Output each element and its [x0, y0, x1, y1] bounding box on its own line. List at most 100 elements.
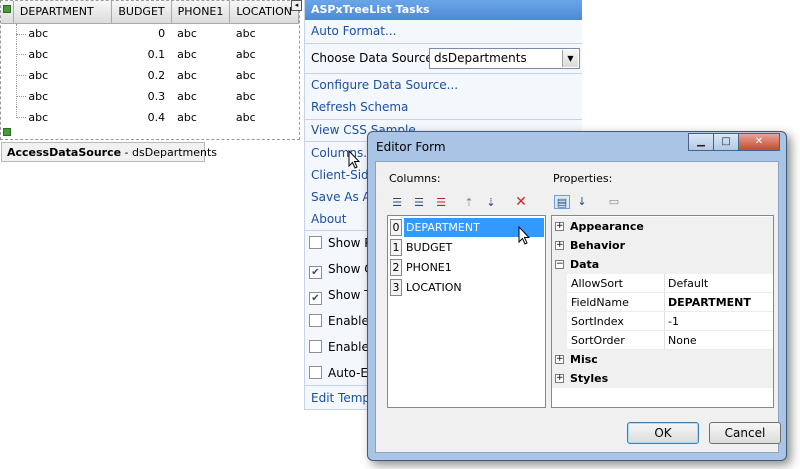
- tree-branch-line: [1, 44, 27, 65]
- delete-icon[interactable]: ✕: [513, 195, 529, 209]
- table-row: abc 0.2 abc abc: [1, 65, 299, 86]
- edit-templates-link[interactable]: Edit Templ: [311, 391, 373, 405]
- property-category-misc[interactable]: + Misc: [552, 350, 773, 369]
- maximize-icon[interactable]: □: [713, 133, 739, 151]
- divider: [664, 331, 665, 350]
- columns-link[interactable]: Columns...: [311, 146, 375, 160]
- property-name: SortOrder: [571, 334, 625, 347]
- property-value[interactable]: None: [668, 334, 697, 347]
- divider: [305, 73, 582, 74]
- cell-department: abc: [28, 27, 49, 41]
- refresh-schema-link[interactable]: Refresh Schema: [311, 100, 408, 114]
- datasource-component-label[interactable]: AccessDataSource - dsDepartments: [1, 142, 217, 162]
- property-pages-icon[interactable]: ▭: [606, 195, 622, 209]
- property-name: SortIndex: [571, 315, 624, 328]
- cell-location: abc: [235, 90, 256, 103]
- checkbox-auto-expand[interactable]: Auto-Ex: [309, 366, 375, 380]
- cell-budget: 0: [158, 27, 166, 41]
- insert-column-icon[interactable]: ☰: [411, 196, 427, 210]
- expand-icon[interactable]: +: [555, 222, 564, 231]
- divider: [664, 293, 665, 312]
- move-up-icon[interactable]: ⇡: [461, 196, 477, 210]
- column-header-location[interactable]: LOCATION: [229, 1, 299, 24]
- cell-location: abc: [235, 48, 256, 61]
- dialog-title: Editor Form: [376, 140, 446, 154]
- cell-phone1: abc: [177, 48, 197, 61]
- auto-format-link[interactable]: Auto Format...: [311, 24, 396, 38]
- remove-column-icon[interactable]: ☰: [433, 196, 449, 210]
- mouse-cursor-icon: [348, 150, 361, 169]
- gutter: [552, 331, 567, 350]
- property-value[interactable]: DEPARTMENT: [668, 296, 751, 309]
- cancel-button[interactable]: Cancel: [709, 422, 781, 444]
- divider: [664, 312, 665, 331]
- move-down-icon[interactable]: ⇣: [483, 196, 499, 210]
- smart-tag-button[interactable]: ◂: [291, 0, 302, 11]
- cell-budget: 0.4: [147, 111, 166, 124]
- tree-list-preview: DEPARTMENT BUDGET PHONE1 LOCATION abc 0 …: [0, 0, 300, 140]
- property-category-data[interactable]: − Data: [552, 255, 773, 274]
- expand-icon[interactable]: +: [555, 355, 564, 364]
- property-grid[interactable]: + Appearance + Behavior − Data AllowSort…: [551, 215, 774, 408]
- property-category-appearance[interactable]: + Appearance: [552, 217, 773, 236]
- list-item[interactable]: 2 PHONE1: [390, 258, 544, 277]
- categorized-icon[interactable]: ▤: [554, 195, 570, 209]
- property-name: AllowSort: [571, 277, 623, 290]
- chevron-down-icon[interactable]: ▼: [562, 50, 578, 67]
- property-category-behavior[interactable]: + Behavior: [552, 236, 773, 255]
- checkbox-box[interactable]: [309, 340, 322, 353]
- cell-phone1: abc: [177, 90, 197, 103]
- property-name: FieldName: [571, 296, 629, 309]
- checkbox-box[interactable]: [309, 366, 322, 379]
- table-row: abc 0.1 abc abc: [1, 44, 299, 65]
- category-label: Styles: [567, 369, 773, 388]
- add-column-icon[interactable]: ☰: [389, 196, 405, 210]
- window-controls: ▁ □ ✕: [688, 133, 780, 151]
- tasks-panel-title: ASPxTreeList Tasks: [305, 0, 582, 20]
- checkbox-box[interactable]: [309, 236, 322, 249]
- column-header-phone1[interactable]: PHONE1: [171, 1, 231, 24]
- checkbox-show-column-headers[interactable]: ✔ Show C: [309, 262, 373, 279]
- category-label: Appearance: [567, 217, 773, 236]
- property-value[interactable]: Default: [668, 277, 708, 290]
- property-value[interactable]: -1: [668, 315, 679, 328]
- column-header-department[interactable]: DEPARTMENT: [13, 1, 113, 24]
- checkmark-icon[interactable]: ✔: [309, 292, 322, 305]
- close-icon[interactable]: ✕: [738, 133, 780, 151]
- collapse-icon[interactable]: −: [555, 260, 564, 269]
- column-name: PHONE1: [406, 261, 452, 274]
- table-row: abc 0.4 abc abc: [1, 107, 299, 128]
- datasource-select[interactable]: dsDepartments ▼: [429, 48, 580, 69]
- tree-branch-line: [1, 23, 27, 44]
- minimize-icon[interactable]: ▁: [688, 133, 714, 151]
- cell-budget: 0.1: [147, 48, 166, 61]
- property-row-fieldname[interactable]: FieldName DEPARTMENT: [552, 293, 773, 312]
- checkmark-icon[interactable]: ✔: [309, 266, 322, 279]
- checkbox-box[interactable]: [309, 314, 322, 327]
- gutter: [552, 312, 567, 331]
- about-link[interactable]: About: [311, 212, 346, 226]
- property-row-sortindex[interactable]: SortIndex -1: [552, 312, 773, 331]
- expand-icon[interactable]: +: [555, 241, 564, 250]
- expand-icon[interactable]: +: [555, 374, 564, 383]
- choose-datasource-label: Choose Data Source:: [311, 51, 437, 65]
- configure-datasource-link[interactable]: Configure Data Source...: [311, 78, 458, 92]
- column-name: DEPARTMENT: [406, 221, 480, 234]
- column-header-budget[interactable]: BUDGET: [111, 1, 172, 24]
- sort-alphabetical-icon[interactable]: ↓: [574, 195, 590, 209]
- property-row-allowsort[interactable]: AllowSort Default: [552, 274, 773, 293]
- category-label: Misc: [567, 350, 773, 369]
- cell-location: abc: [235, 69, 256, 82]
- property-row-sortorder[interactable]: SortOrder None: [552, 331, 773, 350]
- checkbox-show-tree-lines[interactable]: ✔ Show Tr: [309, 288, 375, 305]
- dialog-body: Columns: Properties: ☰ ☰ ☰ ⇡ ⇣ ✕ ▤ ↓ ▭ 0…: [375, 161, 781, 453]
- cell-department: abc: [28, 90, 49, 103]
- columns-label: Columns:: [389, 172, 441, 185]
- ok-button[interactable]: OK: [627, 422, 699, 444]
- list-item[interactable]: 3 LOCATION: [390, 278, 544, 297]
- tree-branch-line: [1, 65, 27, 86]
- property-category-styles[interactable]: + Styles: [552, 369, 773, 388]
- category-label: Behavior: [567, 236, 773, 255]
- cell-phone1: abc: [177, 27, 197, 41]
- editor-form-dialog: Editor Form ▁ □ ✕ Columns: Properties: ☰…: [367, 131, 787, 461]
